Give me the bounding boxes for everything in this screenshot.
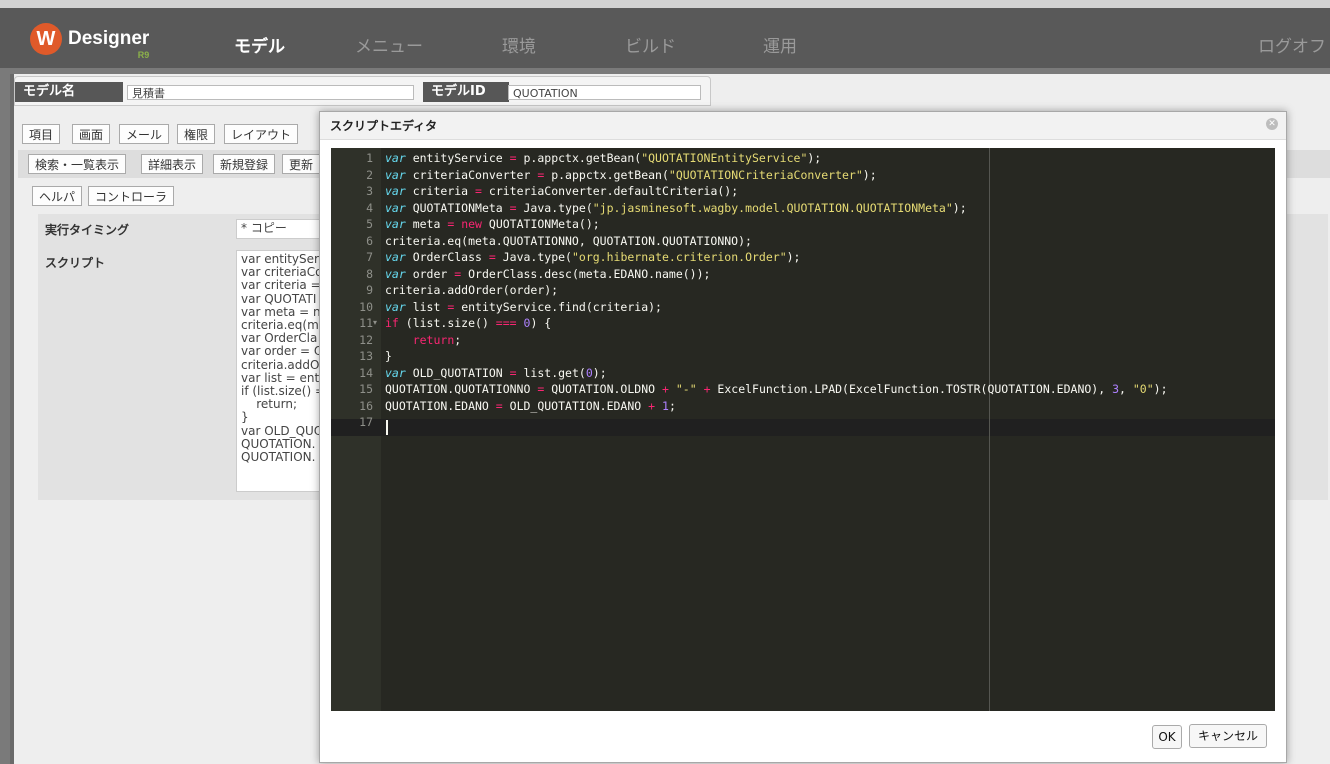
- panel-tab-controller[interactable]: コントローラ: [88, 186, 175, 206]
- tab-screen[interactable]: 画面: [72, 124, 111, 144]
- line-number: 10: [359, 299, 373, 314]
- text-cursor: [386, 420, 388, 435]
- line-number: 5: [366, 217, 373, 231]
- nav-item-operation[interactable]: 運用: [763, 32, 797, 57]
- subtab-detail[interactable]: 詳細表示: [141, 154, 204, 174]
- line-number: 2: [366, 167, 373, 182]
- close-icon[interactable]: ✕: [1266, 118, 1278, 130]
- line-number: 9: [366, 283, 373, 297]
- nav-item-menu[interactable]: メニュー: [355, 32, 423, 57]
- subtab-new[interactable]: 新規登録: [213, 154, 276, 174]
- tab-permission[interactable]: 権限: [177, 124, 216, 144]
- script-preview-field[interactable]: var entityServ var criteriaCo var criter…: [236, 250, 326, 492]
- panel-tab-helper[interactable]: ヘルパ: [32, 186, 83, 206]
- logout-link[interactable]: ログオフ: [1258, 32, 1326, 57]
- timing-field[interactable]: * コピー: [236, 219, 326, 239]
- logo-text: Designer R9: [68, 28, 150, 60]
- line-number: 16: [359, 398, 373, 413]
- line-number: 6: [366, 233, 373, 248]
- line-number: 14: [359, 365, 373, 380]
- line-number: 4: [366, 200, 373, 215]
- line-number: 17: [359, 415, 373, 429]
- tab-layout[interactable]: レイアウト: [224, 124, 299, 144]
- fold-arrow-icon[interactable]: ▾: [373, 318, 377, 327]
- tab-mail[interactable]: メール: [119, 124, 170, 144]
- model-name-label: モデル名: [15, 82, 123, 102]
- print-margin: [989, 148, 990, 711]
- script-label: スクリプト: [45, 256, 106, 270]
- code-line[interactable]: var QUOTATIONMeta = Java.type("jp.jasmin…: [385, 200, 967, 217]
- script-editor-dialog: スクリプトエディタ ✕ 1 var entityService = p.appct…: [319, 111, 1287, 763]
- code-line[interactable]: var entityService = p.appctx.getBean("QU…: [385, 150, 821, 167]
- line-number: 15: [359, 382, 373, 396]
- subtab-update[interactable]: 更新: [282, 154, 321, 174]
- nav-item-build[interactable]: ビルド: [625, 32, 676, 57]
- code-line[interactable]: var list = entityService.find(criteria);: [385, 299, 662, 316]
- code-line[interactable]: QUOTATION.QUOTATIONNO = QUOTATION.OLDNO …: [385, 381, 1168, 398]
- line-number: 3: [366, 184, 373, 198]
- code-line[interactable]: var criteriaConverter = p.appctx.getBean…: [385, 167, 877, 184]
- code-line[interactable]: return;: [385, 332, 461, 349]
- cancel-button[interactable]: キャンセル: [1189, 724, 1267, 748]
- code-line[interactable]: var OLD_QUOTATION = list.get(0);: [385, 365, 607, 382]
- subtab-search-list[interactable]: 検索・一覧表示: [28, 154, 127, 174]
- nav-item-model[interactable]: モデル: [234, 32, 285, 57]
- code-line[interactable]: QUOTATION.EDANO = OLD_QUOTATION.EDANO + …: [385, 398, 676, 415]
- timing-label: 実行タイミング: [45, 223, 130, 237]
- code-line[interactable]: var meta = new QUOTATIONMeta();: [385, 216, 600, 233]
- code-line[interactable]: var OrderClass = Java.type("org.hibernat…: [385, 249, 800, 266]
- model-id-label: モデルID: [423, 82, 509, 102]
- model-id-field[interactable]: QUOTATION: [508, 85, 701, 100]
- line-number: 11: [359, 316, 373, 330]
- line-number: 13: [359, 349, 373, 363]
- line-number: 1: [366, 151, 373, 165]
- top-navigation: W Designer R9 モデル メニュー 環境 ビルド 運用 ログオフ: [0, 0, 1330, 68]
- code-line[interactable]: var order = OrderClass.desc(meta.EDANO.n…: [385, 266, 710, 283]
- code-line[interactable]: criteria.eq(meta.QUOTATIONNO, QUOTATION.…: [385, 233, 752, 250]
- model-name-field[interactable]: 見積書: [127, 85, 414, 100]
- line-number: 8: [366, 266, 373, 281]
- code-editor[interactable]: 1 var entityService = p.appctx.getBean("Q…: [331, 148, 1275, 711]
- tab-items[interactable]: 項目: [22, 124, 61, 144]
- line-number: 12: [359, 332, 373, 347]
- code-line[interactable]: criteria.addOrder(order);: [385, 282, 558, 299]
- nav-item-environment[interactable]: 環境: [502, 32, 536, 57]
- code-line[interactable]: if (list.size() === 0) {: [385, 315, 551, 332]
- ok-button[interactable]: OK: [1152, 725, 1182, 749]
- active-line-highlight: [331, 419, 1275, 436]
- logo-version: R9: [137, 50, 150, 60]
- model-header-row: モデル名 見積書 モデルID QUOTATION: [14, 76, 711, 106]
- logo-badge-icon: W: [30, 23, 62, 55]
- code-line[interactable]: var criteria = criteriaConverter.default…: [385, 183, 738, 200]
- dialog-title: スクリプトエディタ: [320, 112, 1286, 140]
- line-number: 7: [366, 250, 373, 264]
- app-logo[interactable]: W Designer R9: [30, 20, 150, 60]
- code-line[interactable]: }: [385, 348, 392, 365]
